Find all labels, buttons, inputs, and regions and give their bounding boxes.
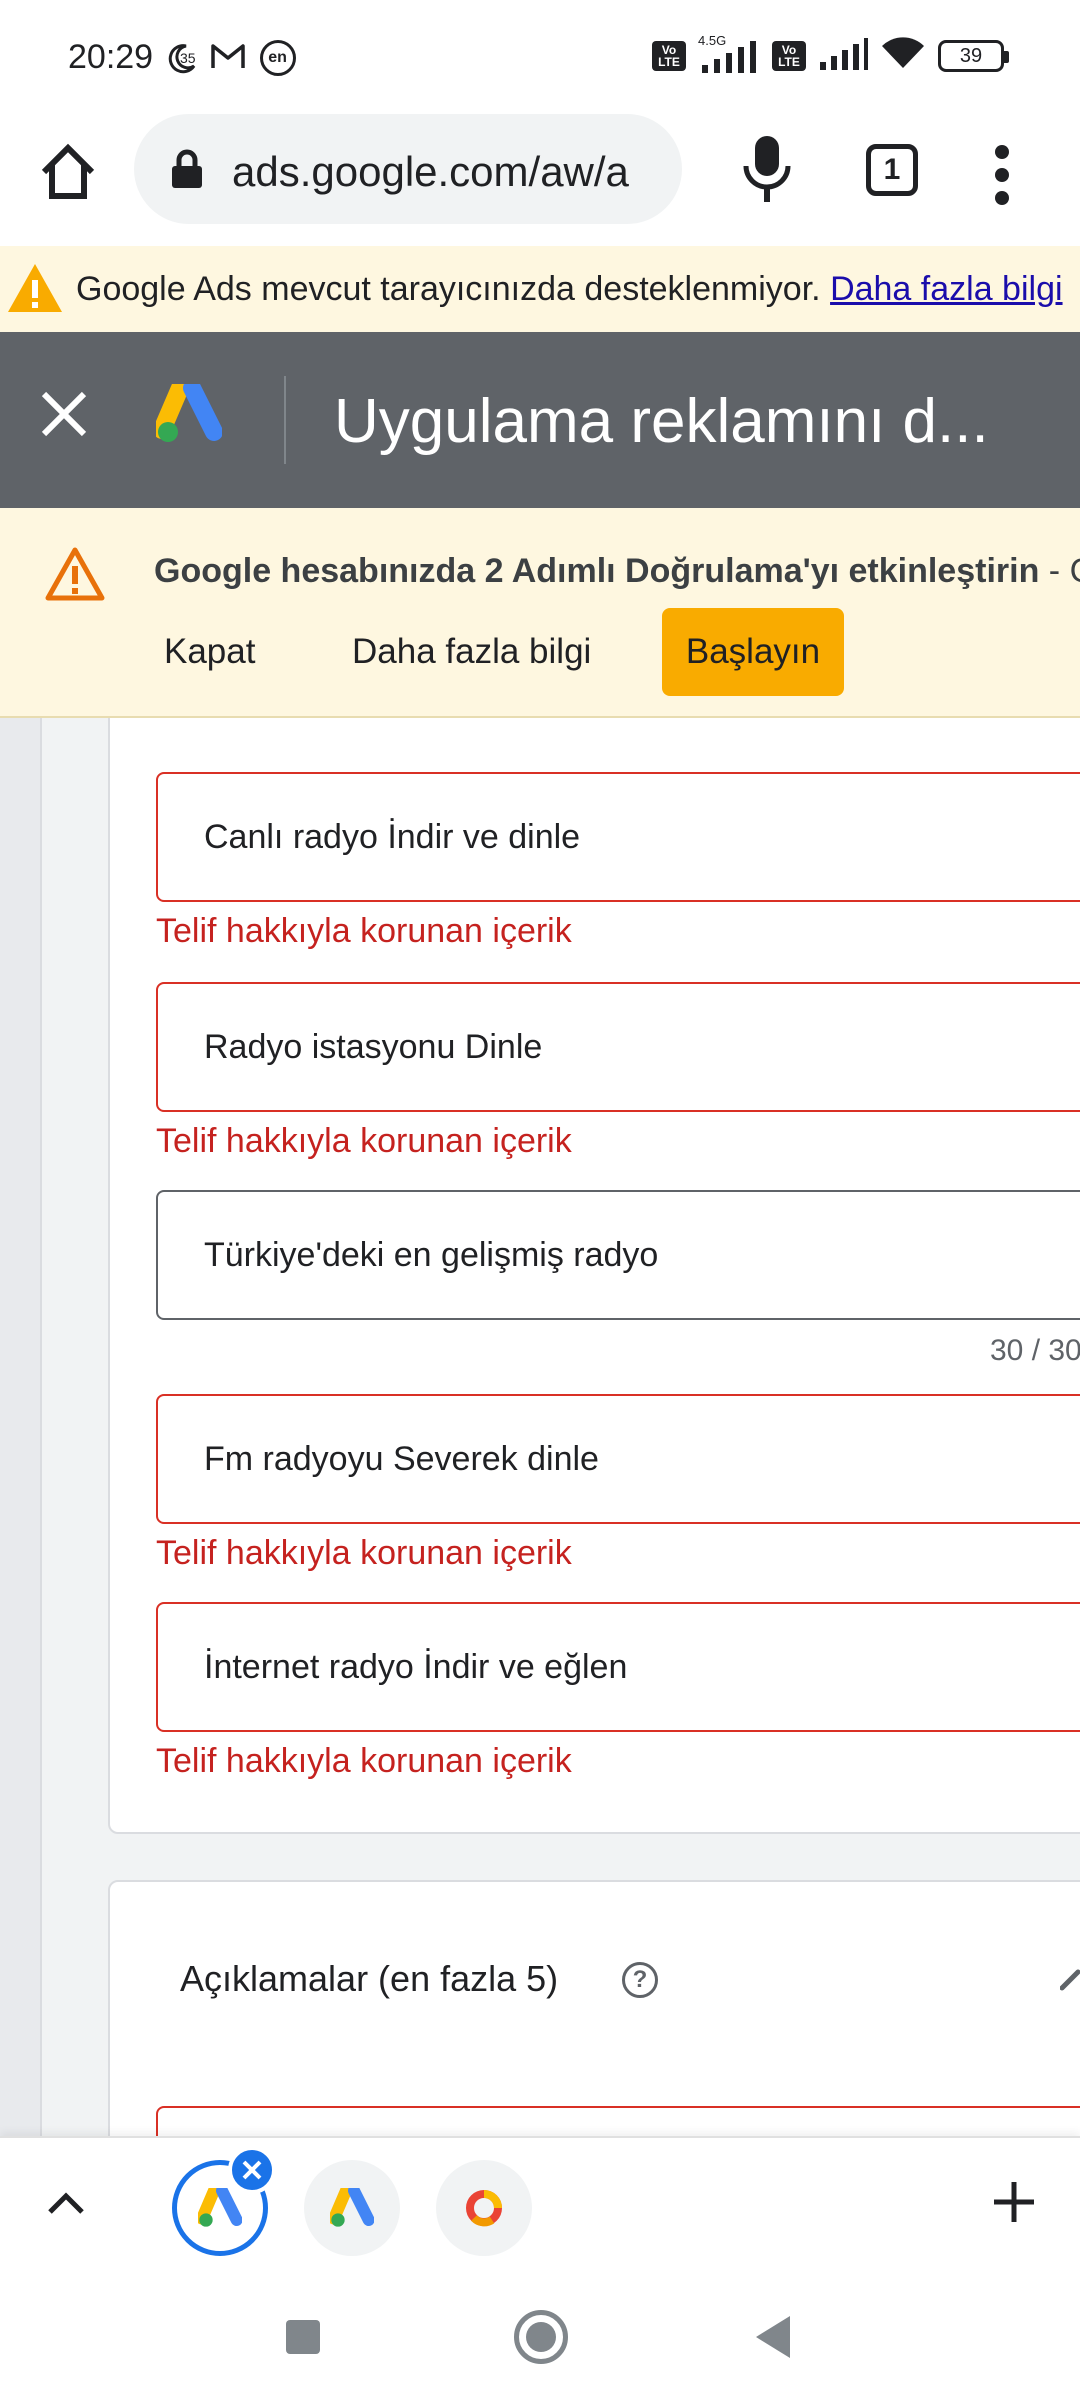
description-input-1[interactable]	[156, 2106, 1080, 2136]
headline-input-2[interactable]: Radyo istasyonu Dinle	[156, 982, 1080, 1112]
volte-badge: Vo LTE	[652, 40, 686, 71]
status-right-icons: Vo LTE 4.5G Vo LTE 39	[652, 33, 1009, 75]
signal-icon: 4.5G	[698, 33, 760, 73]
google-ads-logo-icon	[153, 379, 223, 449]
two-step-message: Google hesabınızda 2 Adımlı Doğrulama'yı…	[154, 552, 1080, 590]
moon-badge: 35	[180, 50, 196, 66]
header-divider	[284, 376, 286, 464]
error-message: Telif hakkıyla korunan içerik	[156, 1122, 572, 1160]
tab-thumbnail-2[interactable]	[304, 2160, 400, 2256]
headline-text: Canlı radyo İndir ve dinle	[204, 818, 581, 856]
battery-icon: 39	[938, 39, 1009, 72]
status-bar: 20:29 35 en Vo LTE 4.5G Vo LTE 39	[0, 0, 1080, 110]
headline-text: İnternet radyo İndir ve eğlen	[204, 1648, 628, 1686]
descriptions-section-title: Açıklamalar (en fazla 5)	[180, 1958, 559, 1999]
signal-icon-2	[818, 36, 868, 75]
tab-thumbnail-3[interactable]	[436, 2160, 532, 2256]
character-counter: 30 / 30	[990, 1334, 1080, 1367]
unsupported-message: Google Ads mevcut tarayıcınızda destekle…	[76, 270, 1063, 308]
collapse-chevron-icon[interactable]	[1059, 1958, 1080, 2003]
recent-apps-icon[interactable]	[286, 2320, 320, 2354]
microphone-icon[interactable]	[740, 134, 794, 209]
gmail-icon	[210, 42, 246, 75]
headline-input-4[interactable]: Fm radyoyu Severek dinle	[156, 1394, 1080, 1524]
browser-toolbar: ads.google.com/aw/a 1	[0, 110, 1080, 246]
unsupported-browser-banner: Google Ads mevcut tarayıcınızda destekle…	[0, 246, 1080, 332]
url-text: ads.google.com/aw/a	[232, 148, 629, 195]
url-bar[interactable]: ads.google.com/aw/a	[134, 114, 682, 224]
main-content: Canlı radyo İndir ve dinle Telif hakkıyl…	[0, 718, 1080, 2136]
headline-input-1[interactable]: Canlı radyo İndir ve dinle	[156, 772, 1080, 902]
back-triangle-icon[interactable]	[756, 2316, 790, 2358]
headline-text: Fm radyoyu Severek dinle	[204, 1440, 599, 1478]
tab-group-strip	[0, 2136, 1080, 2272]
close-tab-icon[interactable]	[228, 2146, 276, 2194]
descriptions-card	[108, 1880, 1080, 2136]
chevron-up-icon[interactable]	[44, 2182, 88, 2231]
lock-icon	[170, 148, 204, 195]
headline-input-5[interactable]: İnternet radyo İndir ve eğlen	[156, 1602, 1080, 1732]
headline-text: Radyo istasyonu Dinle	[204, 1028, 543, 1066]
moon-icon: 35	[166, 42, 196, 74]
dismiss-button[interactable]: Kapat	[164, 608, 255, 696]
headline-text: Türkiye'deki en gelişmiş radyo	[204, 1236, 659, 1274]
learn-more-link[interactable]: Daha fazla bilgi	[830, 270, 1062, 308]
two-step-verification-banner: Google hesabınızda 2 Adımlı Doğrulama'yı…	[0, 508, 1080, 718]
status-time: 20:29	[68, 38, 154, 76]
page-title: Uygulama reklamını d...	[334, 387, 989, 456]
volte-badge-2: Vo LTE	[772, 40, 806, 71]
tab-switcher-button[interactable]: 1	[866, 144, 918, 196]
headline-input-3[interactable]: Türkiye'deki en gelişmiş radyo	[156, 1190, 1080, 1320]
help-icon[interactable]: ?	[622, 1962, 658, 1998]
status-left-icons: 35 en	[166, 40, 296, 76]
home-icon[interactable]	[36, 140, 100, 204]
more-options-icon[interactable]	[990, 140, 1014, 210]
system-nav-bar	[0, 2272, 1080, 2400]
wifi-icon	[880, 36, 926, 75]
close-icon[interactable]	[38, 388, 90, 445]
error-message: Telif hakkıyla korunan içerik	[156, 1742, 572, 1780]
get-started-button[interactable]: Başlayın	[662, 608, 844, 696]
warning-icon	[6, 262, 64, 319]
home-circle-icon[interactable]	[514, 2310, 568, 2364]
warning-outline-icon	[44, 546, 106, 607]
error-message: Telif hakkıyla korunan içerik	[156, 912, 572, 950]
language-icon: en	[259, 40, 296, 76]
new-tab-plus-icon[interactable]	[990, 2178, 1038, 2231]
side-panel-edge	[0, 718, 42, 2136]
learn-more-button[interactable]: Daha fazla bilgi	[352, 608, 591, 696]
ads-header: Uygulama reklamını d...	[0, 332, 1080, 508]
error-message: Telif hakkıyla korunan içerik	[156, 1534, 572, 1572]
